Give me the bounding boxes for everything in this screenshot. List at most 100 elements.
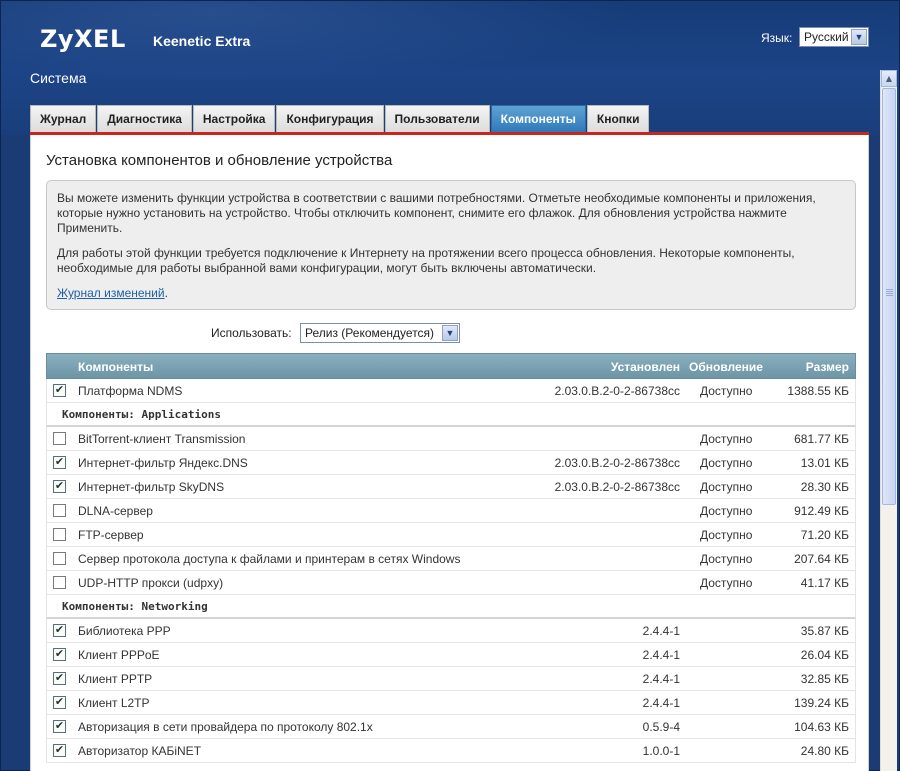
release-select[interactable]: Релиз (Рекомендуется) ▼ [300,323,460,343]
component-size: 207.64 КБ [794,552,849,566]
update-status: Доступно [700,432,753,446]
update-status: Доступно [700,480,753,494]
tab-diagnostics[interactable]: Диагностика [97,105,192,132]
checkbox[interactable]: ✔ [53,672,66,685]
checkbox[interactable]: ✔ [53,384,66,397]
checkbox[interactable]: ✔ [53,456,66,469]
changelog-link[interactable]: Журнал изменений [57,286,165,300]
tab-bar: Журнал Диагностика Настройка Конфигураци… [30,105,650,132]
table-row: ✔ Авторизатор КАБiNET 1.0.0-1 24.80 КБ [46,739,856,763]
component-name: Интернет-фильтр Яндекс.DNS [78,456,248,470]
installed-version: 2.4.4-1 [642,672,680,686]
update-status: Доступно [700,504,753,518]
group-title: Компоненты: Applications [62,408,221,421]
checkbox[interactable] [53,528,66,541]
checkbox[interactable] [53,576,66,589]
checkbox[interactable]: ✔ [53,480,66,493]
installed-version: 2.4.4-1 [642,696,680,710]
checkbox[interactable] [53,504,66,517]
info-paragraph-1: Вы можете изменить функции устройства в … [57,191,816,235]
component-name: Платформа NDMS [78,384,183,398]
table-row: ✔ Клиент L2TP 2.4.4-1 139.24 КБ [46,691,856,715]
update-status: Доступно [700,456,753,470]
header-installed: Установлен [610,360,680,374]
language-label: Язык: [761,31,793,45]
component-size: 28.30 КБ [800,480,849,494]
component-size: 24.80 КБ [800,744,849,758]
component-name: Сервер протокола доступа к файлами и при… [78,552,461,566]
table-row: FTP-сервер Доступно 71.20 КБ [46,523,856,547]
info-box: Вы можете изменить функции устройства в … [46,180,856,310]
component-name: Клиент L2TP [78,696,150,710]
product-name: Keenetic Extra [153,33,251,49]
installed-version: 0.5.9-4 [642,720,680,734]
changelog-suffix: . [164,286,168,300]
component-size: 41.17 КБ [800,576,849,590]
components-table: Компоненты Установлен Обновление Размер … [46,353,856,763]
component-name: Клиент PPPoE [78,648,160,662]
component-size: 104.63 КБ [794,720,849,734]
page-title: Система [30,70,87,86]
header-components: Компоненты [78,360,154,374]
update-status: Доступно [700,528,753,542]
table-row: ✔ Авторизация в сети провайдера по прото… [46,715,856,739]
info-paragraph-2: Для работы этой функции требуется подклю… [57,246,795,275]
component-size: 912.49 КБ [794,504,849,518]
component-size: 1388.55 КБ [787,384,849,398]
chevron-down-icon: ▼ [442,325,458,341]
component-name: FTP-сервер [78,528,144,542]
installed-version: 2.03.0.B.2-0-2-86738cc [554,480,680,494]
component-name: UDP-HTTP прокси (udpxy) [78,576,224,590]
installed-version: 2.4.4-1 [642,624,680,638]
component-name: Клиент PPTP [78,672,153,686]
table-header: Компоненты Установлен Обновление Размер [46,353,856,379]
table-row: DLNA-сервер Доступно 912.49 КБ [46,499,856,523]
component-name: Авторизация в сети провайдера по протоко… [78,720,373,734]
language-select[interactable]: Русский ▼ [799,27,869,47]
component-name: Библиотека PPP [78,624,171,638]
checkbox[interactable]: ✔ [53,744,66,757]
table-row: ✔ Клиент PPPoE 2.4.4-1 26.04 КБ [46,643,856,667]
table-row: ✔ Клиент PPTP 2.4.4-1 32.85 КБ [46,667,856,691]
tab-components[interactable]: Компоненты [490,105,586,132]
checkbox[interactable] [53,552,66,565]
component-name: Интернет-фильтр SkyDNS [78,480,225,494]
table-row: ✔ Библиотека PPP 2.4.4-1 35.87 КБ [46,619,856,643]
group-title: Компоненты: Networking [62,600,208,613]
component-size: 32.85 КБ [800,672,849,686]
component-name: DLNA-сервер [78,504,153,518]
checkbox[interactable]: ✔ [53,720,66,733]
tab-journal[interactable]: Журнал [30,105,97,132]
table-row: UDP-HTTP прокси (udpxy) Доступно 41.17 К… [46,571,856,595]
scrollbar-thumb[interactable] [882,88,896,505]
installed-version: 2.03.0.B.2-0-2-86738cc [554,384,680,398]
arrow-up-icon[interactable]: ▲ [881,70,897,87]
tab-configuration[interactable]: Конфигурация [276,105,384,132]
table-row: ✔ Интернет-фильтр SkyDNS 2.03.0.B.2-0-2-… [46,475,856,499]
table-row: ✔ Интернет-фильтр Яндекс.DNS 2.03.0.B.2-… [46,451,856,475]
update-status: Доступно [700,576,753,590]
checkbox[interactable]: ✔ [53,696,66,709]
brand-logo: ZyXEL [40,25,126,53]
tab-users[interactable]: Пользователи [384,105,490,132]
checkbox[interactable] [53,432,66,445]
header-size: Размер [805,360,849,374]
group-header-applications: Компоненты: Applications [46,403,856,427]
table-row: Сервер протокола доступа к файлами и при… [46,547,856,571]
main-content: Установка компонентов и обновление устро… [30,135,869,771]
tab-settings[interactable]: Настройка [192,105,276,132]
installed-version: 1.0.0-1 [642,744,680,758]
installed-version: 2.4.4-1 [642,648,680,662]
update-status: Доступно [700,552,753,566]
component-size: 71.20 КБ [800,528,849,542]
checkbox[interactable]: ✔ [53,624,66,637]
tab-buttons[interactable]: Кнопки [586,105,650,132]
checkbox[interactable]: ✔ [53,648,66,661]
group-header-networking: Компоненты: Networking [46,595,856,619]
vertical-scrollbar[interactable]: ▲ [880,70,897,771]
installed-version: 2.03.0.B.2-0-2-86738cc [554,456,680,470]
table-row: BitTorrent-клиент Transmission Доступно … [46,427,856,451]
update-status: Доступно [700,384,753,398]
chevron-down-icon: ▼ [851,29,867,45]
component-size: 35.87 КБ [800,624,849,638]
